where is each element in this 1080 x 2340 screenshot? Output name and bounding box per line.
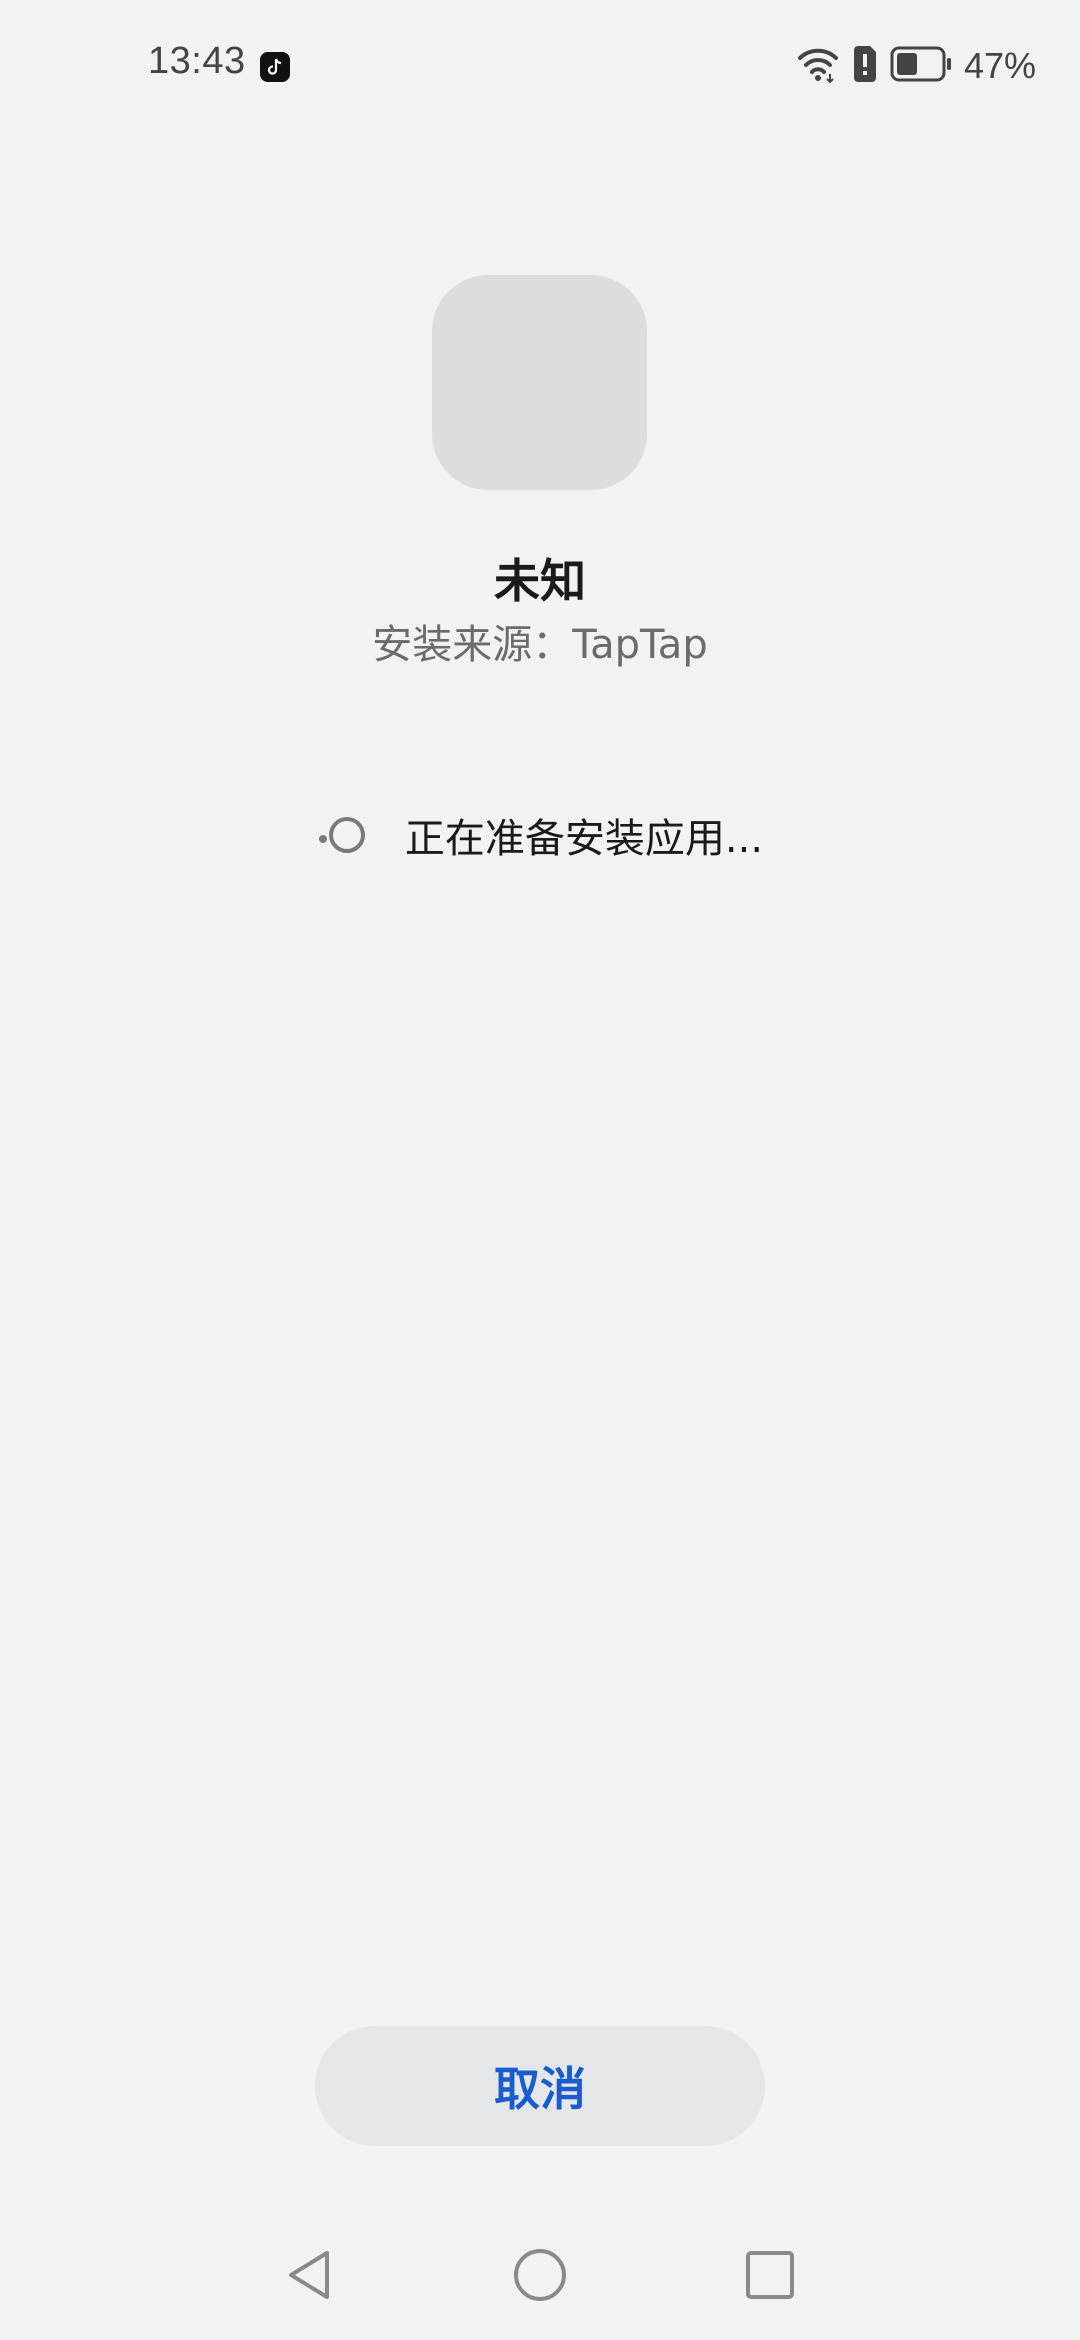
wifi-icon <box>796 44 840 88</box>
progress-row: 正在准备安装应用... <box>0 805 1080 865</box>
status-bar: 13:43 47% <box>0 0 1080 130</box>
app-name: 未知 <box>494 554 586 608</box>
app-icon-placeholder <box>432 275 647 490</box>
navigation-bar <box>0 2230 1080 2330</box>
install-source: 安装来源：TapTap <box>372 622 708 668</box>
sim-alert-icon <box>852 46 878 86</box>
recents-icon[interactable] <box>735 2240 805 2310</box>
back-icon[interactable] <box>274 2240 344 2310</box>
loading-spinner-icon <box>317 809 369 861</box>
battery-percent: 47% <box>963 45 1036 86</box>
cancel-button[interactable]: 取消 <box>315 2026 765 2146</box>
battery-icon <box>890 46 952 86</box>
progress-text: 正在准备安装应用... <box>404 816 764 862</box>
status-indicators: 47% <box>796 44 1036 88</box>
status-time: 13:43 <box>148 40 246 82</box>
tiktok-icon <box>260 52 290 82</box>
home-icon[interactable] <box>505 2240 575 2310</box>
